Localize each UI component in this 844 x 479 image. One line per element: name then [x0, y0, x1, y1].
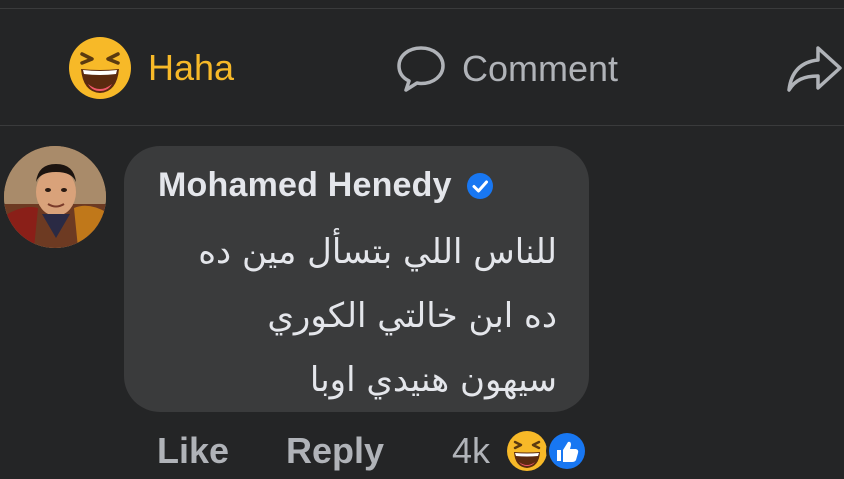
- comment-bubble: Mohamed Henedy للناس اللي بتسأل مين ده د…: [124, 146, 589, 412]
- comment-label: Comment: [462, 48, 619, 89]
- section-divider: [0, 125, 844, 126]
- like-icon: [546, 430, 588, 472]
- post-action-bar: Haha Comment: [0, 36, 844, 102]
- comment-line: للناس اللي بتسأل مين ده: [198, 232, 557, 272]
- comment-author[interactable]: Mohamed Henedy: [158, 166, 452, 205]
- verified-badge-icon: [466, 172, 493, 199]
- speech-bubble-icon: [397, 46, 445, 92]
- haha-reaction-button[interactable]: Haha: [68, 36, 234, 100]
- reaction-icons[interactable]: [505, 428, 595, 474]
- haha-emoji-icon: [69, 37, 131, 99]
- haha-icon: [507, 431, 547, 471]
- author-row: Mohamed Henedy: [158, 166, 494, 205]
- top-divider: [0, 8, 844, 9]
- haha-label: Haha: [148, 47, 235, 88]
- like-button[interactable]: Like: [157, 430, 229, 472]
- profile-photo: [4, 146, 106, 248]
- comment-button[interactable]: Comment: [396, 44, 618, 94]
- comment-line: ده ابن خالتي الكوري: [267, 296, 557, 336]
- comment-line: سيهون هنيدي اوبا: [309, 360, 557, 400]
- share-button[interactable]: [786, 44, 842, 94]
- comment-text: للناس اللي بتسأل مين ده ده ابن خالتي الك…: [147, 220, 557, 412]
- reply-button[interactable]: Reply: [286, 430, 384, 472]
- share-arrow-icon: [787, 46, 842, 92]
- avatar[interactable]: [4, 146, 106, 248]
- reaction-count[interactable]: 4k: [452, 430, 490, 472]
- comment-footer: Like Reply 4k: [0, 424, 844, 479]
